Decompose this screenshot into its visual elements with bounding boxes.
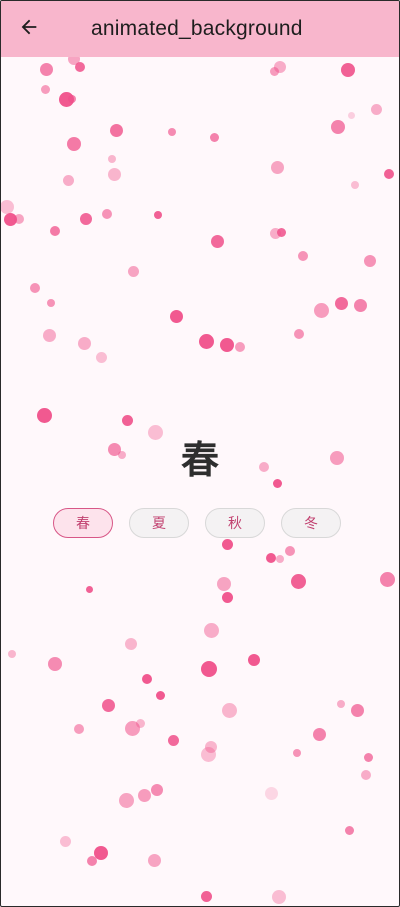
bubble-particle [75,62,85,72]
season-chip-summer[interactable]: 夏 [129,508,189,538]
bubble-particle [154,211,162,219]
bubble-particle [370,103,382,115]
back-button[interactable] [1,1,57,57]
bubble-particle [59,835,71,847]
bubble-particle [276,227,286,237]
bubble-particle [118,792,134,808]
bubble-particle [127,265,139,277]
bubble-particle [274,61,286,73]
page-title: animated_background [91,17,303,40]
bubble-particle [351,181,359,189]
bubble-particle [334,296,348,310]
bubble-particle [347,111,355,119]
season-chip-winter[interactable]: 冬 [281,508,341,538]
bubble-particle [68,95,76,103]
bubble-particle [353,298,367,312]
season-selector: 春 夏 秋 冬 [53,508,341,538]
bubble-particle [220,338,234,352]
bubble-particle [109,123,123,137]
bubble-particle [147,853,161,867]
bubble-particle [298,251,308,261]
bubble-particle [290,573,306,589]
bubble-particle [107,167,121,181]
bubble-particle [312,727,326,741]
bubble-particle [39,62,53,76]
bubble-particle [200,890,212,902]
bubble-particle [363,752,373,762]
bubble-particle [344,825,354,835]
bubble-particle [221,702,237,718]
bubble-particle [361,770,371,780]
bubble-particle [248,654,260,666]
bubble-particle [101,698,115,712]
bubble-particle [80,213,92,225]
bubble-particle [200,746,216,762]
bubble-particle [294,329,304,339]
bubble-particle [121,414,133,426]
bubble-particle [168,128,176,136]
bubble-particle [379,571,395,587]
bubble-particle [217,577,231,591]
bubble-particle [67,137,81,151]
bubble-particle [276,555,284,563]
bubble-particle [266,553,276,563]
bubble-particle [74,724,84,734]
bubble-particle [264,786,278,800]
bubble-particle [221,591,233,603]
bubble-particle [77,336,91,350]
bubble-particle [151,784,163,796]
bubble-particle [364,255,376,267]
bubble-particle [30,283,40,293]
bubble-particle [137,788,151,802]
bubble-particle [169,309,183,323]
bubble-particle [8,650,16,658]
bubble-particle [108,155,116,163]
bubble-particle [209,132,219,142]
bubble-particle [87,856,97,866]
bubble-particle [350,703,364,717]
bubble-particle [48,657,62,671]
bubble-particle [272,890,286,904]
bubble-particle [62,174,74,186]
bubble-particle [167,734,179,746]
arrow-back-icon [18,16,40,42]
bubble-particle [85,585,93,593]
bubble-particle [270,160,284,174]
bubble-particle [384,169,394,179]
bubble-particle [36,407,52,423]
bubble-particle [40,84,50,94]
bubble-particle [50,226,60,236]
season-chip-spring[interactable]: 春 [53,508,113,538]
bubble-particle [125,638,137,650]
bubble-particle [95,351,107,363]
bubble-particle [221,538,233,550]
bubble-particle [313,302,329,318]
bubble-particle [102,209,112,219]
bubble-particle [47,299,55,307]
bubble-particle [341,63,355,77]
bubble-particle [285,546,295,556]
bubble-particle [293,749,301,757]
bubble-particle [198,333,214,349]
bubble-particle [210,234,224,248]
bubble-particle [235,342,245,352]
bubble-particle [337,700,345,708]
app-bar: animated_background [1,1,399,57]
bubble-particle [14,214,24,224]
bubble-particle [1,200,14,214]
bubble-particle [331,120,345,134]
season-chip-autumn[interactable]: 秋 [205,508,265,538]
bubble-particle [155,690,165,700]
bubble-particle [135,718,145,728]
bubble-particle [42,328,56,342]
bubble-particle [142,674,152,684]
phone-screen: animated_background 春 春 夏 秋 冬 [0,0,400,907]
season-label: 春 [180,438,219,482]
bubble-particle [201,661,217,677]
bubble-particle [203,622,219,638]
